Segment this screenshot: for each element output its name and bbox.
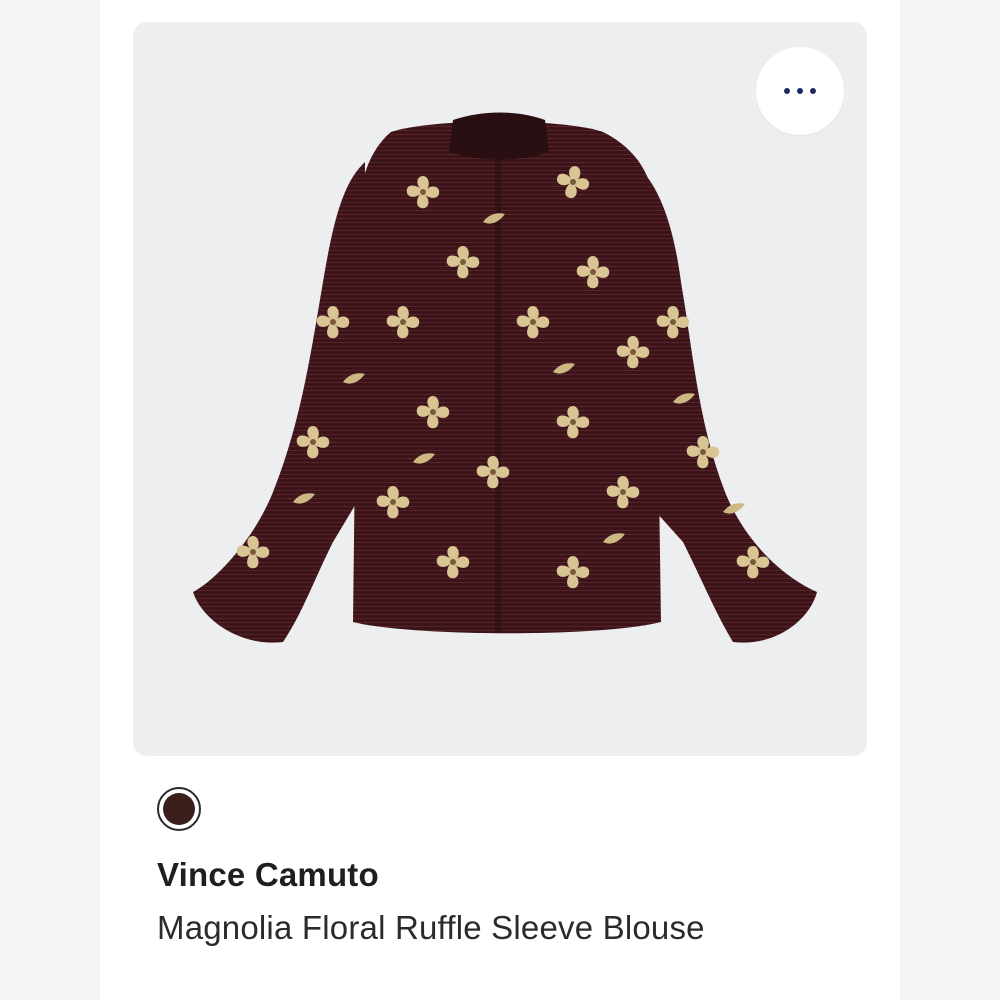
more-horizontal-icon	[784, 88, 816, 94]
more-options-button[interactable]	[756, 47, 844, 135]
brand-name[interactable]: Vince Camuto	[157, 856, 379, 894]
product-card: Vince Camuto Magnolia Floral Ruffle Slee…	[100, 0, 900, 1000]
product-image[interactable]	[133, 22, 867, 756]
product-title[interactable]: Magnolia Floral Ruffle Sleeve Blouse	[157, 909, 705, 947]
color-swatch[interactable]	[157, 787, 201, 831]
product-photo-card[interactable]	[133, 22, 867, 756]
color-swatch-fill	[163, 793, 195, 825]
